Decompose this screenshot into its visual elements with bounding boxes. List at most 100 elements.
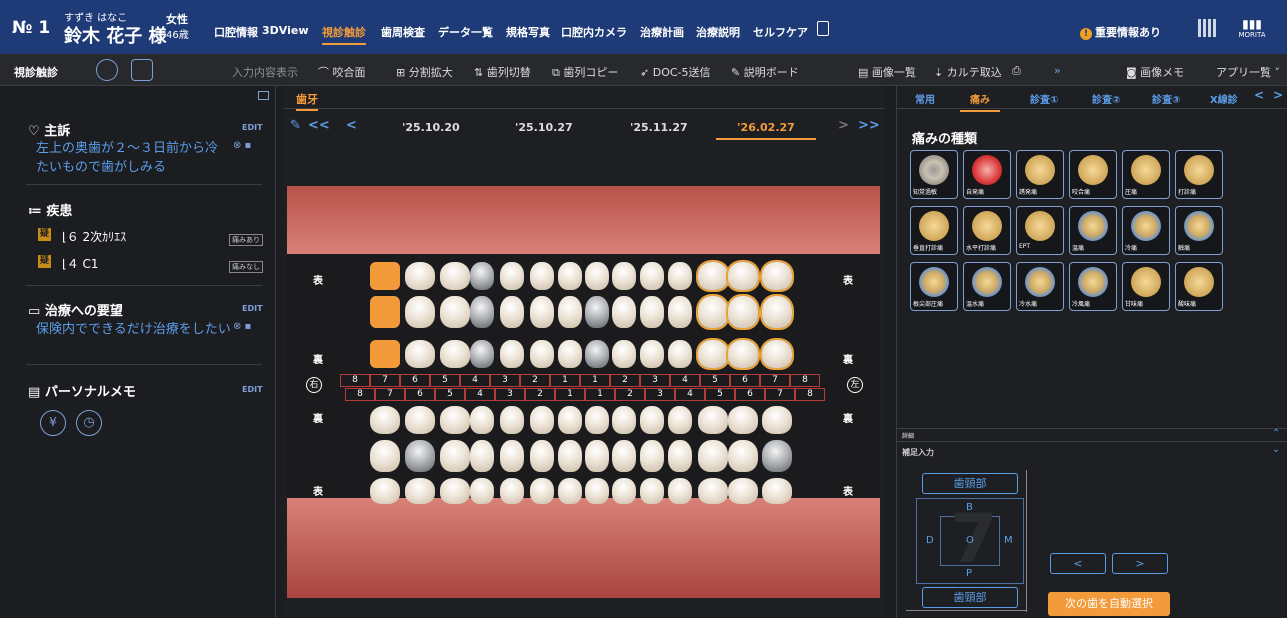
occlusal-button[interactable]: ⌒ 咬合面: [318, 64, 366, 80]
pain-type-item[interactable]: 触痛: [1175, 206, 1223, 255]
tooth[interactable]: [558, 262, 582, 290]
tooth[interactable]: [640, 340, 664, 368]
tooth[interactable]: [370, 296, 400, 328]
tooth[interactable]: [470, 440, 494, 472]
tooth-number-cell[interactable]: 7: [370, 374, 400, 387]
tooth-number-cell[interactable]: 8: [790, 374, 820, 387]
tooth[interactable]: [585, 440, 609, 472]
tooth-number-cell[interactable]: 5: [430, 374, 460, 387]
tooth[interactable]: [470, 296, 494, 328]
tooth[interactable]: [640, 296, 664, 328]
explain-board-button[interactable]: ✎ 説明ボード: [731, 64, 799, 80]
split-zoom-button[interactable]: ⊞ 分割拡大: [396, 64, 453, 80]
tooth[interactable]: [500, 406, 524, 434]
tooth[interactable]: [698, 340, 728, 368]
tooth[interactable]: [500, 440, 524, 472]
tooth[interactable]: [500, 478, 524, 504]
tooth-number-cell[interactable]: 6: [400, 374, 430, 387]
date-item[interactable]: '25.10.20: [402, 121, 460, 134]
tab-exam2[interactable]: 診査②: [1092, 91, 1120, 106]
tooth[interactable]: [668, 406, 692, 434]
remove-icon[interactable]: ⊗ ▪: [233, 321, 251, 332]
prev-tooth-button[interactable]: <: [1050, 553, 1106, 574]
tooth[interactable]: [470, 340, 494, 368]
surface-o[interactable]: O: [966, 535, 974, 546]
tooth[interactable]: [640, 478, 664, 504]
pain-type-item[interactable]: 根尖部圧痛: [910, 262, 958, 311]
chevron-down-icon[interactable]: ⌄: [1272, 444, 1280, 455]
tooth-number-cell[interactable]: 3: [490, 374, 520, 387]
tooth[interactable]: [440, 262, 470, 290]
app-list-button[interactable]: アプリ一覧 ˅: [1216, 64, 1280, 80]
next-date-button[interactable]: >: [838, 118, 849, 133]
tooth[interactable]: [530, 262, 554, 290]
tooth[interactable]: [728, 296, 758, 328]
tooth[interactable]: [640, 406, 664, 434]
pain-type-item[interactable]: 咬合痛: [1069, 150, 1117, 199]
cervical-bottom-button[interactable]: 歯頸部: [922, 587, 1018, 608]
tooth[interactable]: [612, 478, 636, 504]
tooth[interactable]: [440, 296, 470, 328]
qr-code-icon[interactable]: [1198, 19, 1216, 37]
tooth[interactable]: [728, 262, 758, 290]
tooth[interactable]: [470, 406, 494, 434]
person-card-icon[interactable]: [131, 59, 153, 81]
tooth[interactable]: [668, 296, 692, 328]
dentition-switch-button[interactable]: ⇅ 歯列切替: [474, 64, 531, 80]
tooth-number-cell[interactable]: 4: [675, 388, 705, 401]
tooth-number-cell[interactable]: 2: [520, 374, 550, 387]
tooth[interactable]: [762, 340, 792, 368]
important-info[interactable]: ! 重要情報あり: [1080, 24, 1161, 40]
tooth[interactable]: [612, 262, 636, 290]
next-tooth-button[interactable]: >: [1112, 553, 1168, 574]
tooth[interactable]: [762, 262, 792, 290]
date-item[interactable]: '25.10.27: [515, 121, 573, 134]
tooth[interactable]: [762, 440, 792, 472]
tooth[interactable]: [728, 478, 758, 504]
tooth[interactable]: [440, 406, 470, 434]
tooth-number-cell[interactable]: 8: [345, 388, 375, 401]
date-item-active[interactable]: '26.02.27: [716, 121, 816, 140]
tooth[interactable]: [370, 478, 400, 504]
print-icon[interactable]: ⎙: [1012, 64, 1021, 78]
tooth-number-cell[interactable]: 5: [435, 388, 465, 401]
tab-inspection[interactable]: 視診触診: [322, 24, 366, 45]
tooth-number-cell[interactable]: 3: [645, 388, 675, 401]
tab-selfcare[interactable]: セルフケア: [753, 24, 808, 40]
tooth-number-cell[interactable]: 2: [610, 374, 640, 387]
tooth[interactable]: [500, 296, 524, 328]
disease-row[interactable]: ⌊４ C1: [62, 255, 99, 272]
tooth-number-cell[interactable]: 6: [405, 388, 435, 401]
tooth-number-cell[interactable]: 7: [760, 374, 790, 387]
tab-common[interactable]: 常用: [915, 91, 935, 106]
dentition-copy-button[interactable]: ⧉ 歯列コピー: [552, 64, 618, 80]
pain-type-item[interactable]: EPT: [1016, 206, 1064, 255]
tooth[interactable]: [612, 440, 636, 472]
pain-type-item[interactable]: 垂直打診痛: [910, 206, 958, 255]
tab-treatment-explain[interactable]: 治療説明: [696, 24, 740, 40]
request-edit[interactable]: EDIT: [242, 304, 263, 313]
tooth-number-cell[interactable]: 6: [735, 388, 765, 401]
tooth[interactable]: [558, 478, 582, 504]
pain-type-item[interactable]: 温痛: [1069, 206, 1117, 255]
tooth[interactable]: [612, 406, 636, 434]
tooth-number-cell[interactable]: 4: [460, 374, 490, 387]
tooth[interactable]: [500, 340, 524, 368]
image-memo-button[interactable]: ◙ 画像メモ: [1126, 64, 1184, 80]
tooth[interactable]: [440, 478, 470, 504]
pain-type-item[interactable]: 冷水痛: [1016, 262, 1064, 311]
surface-m[interactable]: M: [1004, 535, 1013, 546]
tooth[interactable]: [530, 406, 554, 434]
tooth[interactable]: [558, 340, 582, 368]
tooth-number-cell[interactable]: 3: [640, 374, 670, 387]
tab-intraoral-camera[interactable]: 口腔内カメラ: [561, 24, 627, 40]
tooth-number-cell[interactable]: 5: [700, 374, 730, 387]
tooth[interactable]: [530, 296, 554, 328]
tooth[interactable]: [698, 262, 728, 290]
tooth-number-cell[interactable]: 5: [705, 388, 735, 401]
disease-row[interactable]: ⌊６ 2次ｶﾘｴｽ: [62, 228, 126, 245]
tooth[interactable]: [668, 340, 692, 368]
tooth[interactable]: [405, 262, 435, 290]
pain-type-item[interactable]: 冷風痛: [1069, 262, 1117, 311]
person-search-icon[interactable]: [96, 59, 118, 81]
